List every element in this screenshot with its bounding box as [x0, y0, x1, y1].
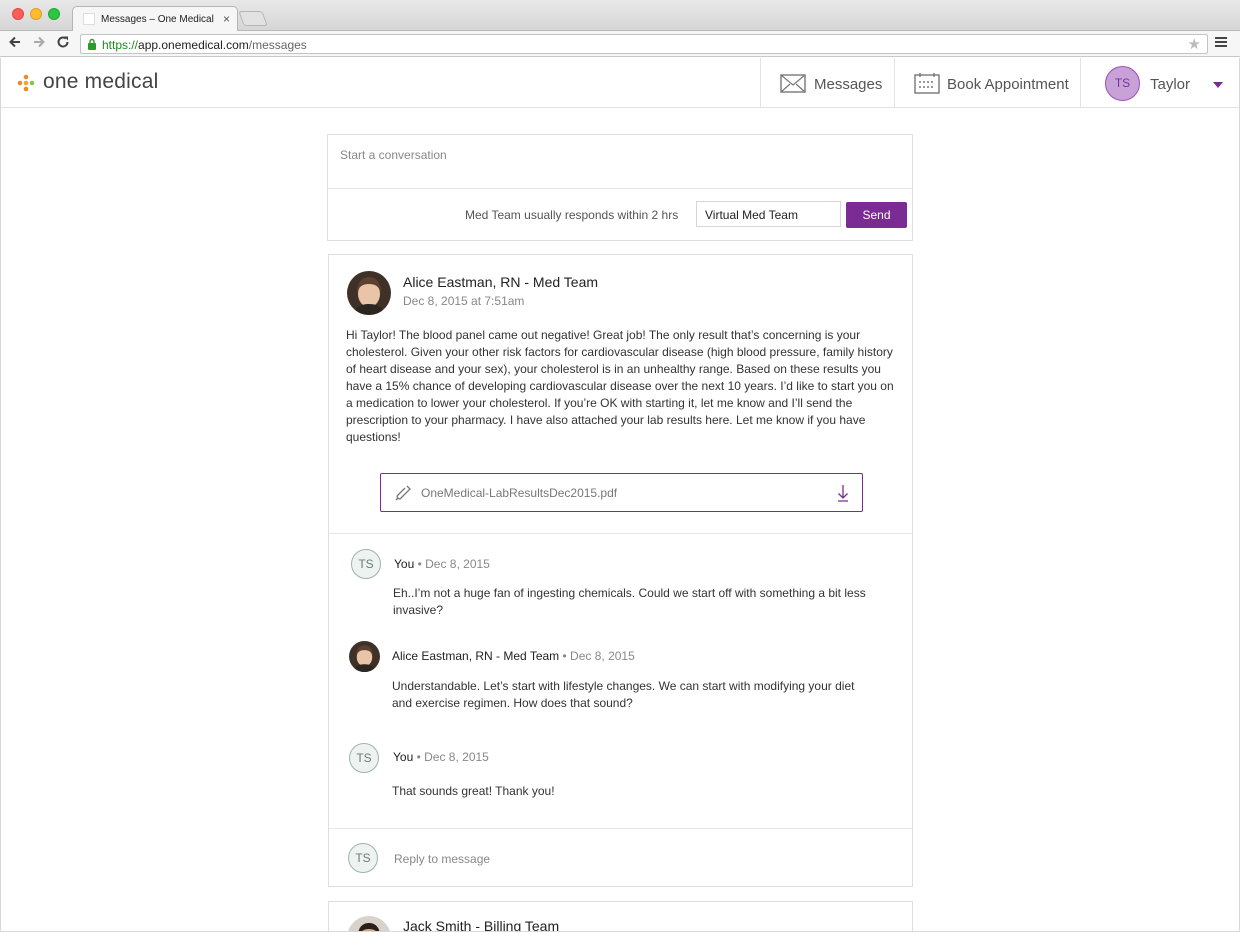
message-author: Alice Eastman, RN - Med Team: [403, 274, 599, 290]
new-tab-button[interactable]: [238, 11, 268, 26]
back-icon[interactable]: [8, 35, 22, 52]
message-date: Dec 8, 2015 at 7:51am: [403, 294, 525, 308]
forward-icon[interactable]: [32, 35, 46, 52]
calendar-icon: [914, 73, 940, 94]
alice-avatar: [347, 271, 391, 315]
divider: [328, 188, 912, 189]
send-button[interactable]: Send: [846, 202, 907, 228]
you-avatar: TS: [351, 549, 381, 579]
message-author: Jack Smith - Billing Team: [403, 918, 560, 932]
minimize-window-button[interactable]: [30, 8, 42, 20]
menu-icon[interactable]: [1215, 37, 1227, 49]
response-time-hint: Med Team usually responds within 2 hrs: [465, 208, 679, 222]
reply-date: • Dec 8, 2015: [562, 649, 635, 663]
jack-avatar: [347, 916, 391, 932]
nav-messages-label: Messages: [814, 76, 883, 93]
chevron-down-icon[interactable]: [1213, 82, 1223, 88]
reply-text: Understandable. Let’s start with lifesty…: [392, 679, 855, 710]
tab-close-button[interactable]: ×: [223, 12, 230, 26]
compose-input[interactable]: Start a conversation: [340, 148, 447, 162]
you-avatar: TS: [349, 743, 379, 773]
star-icon[interactable]: ★: [1188, 35, 1201, 53]
download-icon[interactable]: [837, 484, 849, 502]
attachment-filename: OneMedical-LabResultsDec2015.pdf: [421, 486, 618, 500]
user-name: Taylor: [1150, 76, 1191, 93]
divider: [329, 533, 912, 534]
reply-avatar: TS: [348, 843, 378, 873]
nav-book-appointment[interactable]: Book Appointment: [894, 58, 1080, 108]
envelope-icon: [780, 74, 806, 93]
user-menu[interactable]: TS Taylor: [1080, 58, 1240, 108]
reply-text: That sounds great! Thank you!: [392, 784, 555, 798]
url-text: https://app.onemedical.com/messages: [102, 38, 307, 52]
window-border: [0, 58, 1, 932]
message-body: Hi Taylor! The blood panel came out nega…: [346, 328, 894, 444]
reply-author: You • Dec 8, 2015: [393, 750, 489, 764]
favicon-icon: [83, 13, 95, 25]
close-window-button[interactable]: [12, 8, 24, 20]
logo-mark-icon: [17, 74, 35, 92]
nav-book-appointment-label: Book Appointment: [947, 76, 1069, 93]
message-thread-next[interactable]: Jack Smith - Billing Team: [328, 901, 913, 932]
message-thread: Alice Eastman, RN - Med Team Dec 8, 2015…: [328, 254, 913, 887]
maximize-window-button[interactable]: [48, 8, 60, 20]
browser-tab[interactable]: Messages – One Medical ×: [72, 6, 238, 32]
reply-author: Alice Eastman, RN - Med Team • Dec 8, 20…: [392, 649, 635, 663]
reply-text: Eh..I’m not a huge fan of ingesting chem…: [393, 586, 866, 617]
nav-messages[interactable]: Messages: [760, 58, 894, 108]
attachment-link[interactable]: OneMedical-LabResultsDec2015.pdf: [380, 473, 863, 512]
compose-card: Start a conversation Med Team usually re…: [327, 134, 913, 241]
paperclip-icon: [395, 485, 411, 501]
browser-toolbar: https://app.onemedical.com/messages ★: [0, 31, 1240, 57]
reply-input[interactable]: Reply to message: [394, 852, 490, 866]
browser-tabstrip: Messages – One Medical ×: [0, 0, 1240, 32]
reload-icon[interactable]: [56, 35, 70, 52]
tab-title: Messages – One Medical: [101, 14, 214, 25]
reply-author: You • Dec 8, 2015: [394, 557, 490, 571]
logo-text: one medical: [43, 70, 159, 93]
alice-avatar-small: [349, 641, 380, 672]
reply-date: • Dec 8, 2015: [416, 750, 489, 764]
reply-date: • Dec 8, 2015: [417, 557, 490, 571]
team-select[interactable]: Virtual Med Team: [696, 201, 841, 227]
app-header: one medical Messages Book Appointment TS…: [0, 58, 1240, 108]
address-bar[interactable]: https://app.onemedical.com/messages ★: [80, 34, 1208, 54]
divider: [329, 828, 912, 829]
lock-icon: [88, 38, 96, 50]
user-avatar: TS: [1105, 66, 1140, 101]
